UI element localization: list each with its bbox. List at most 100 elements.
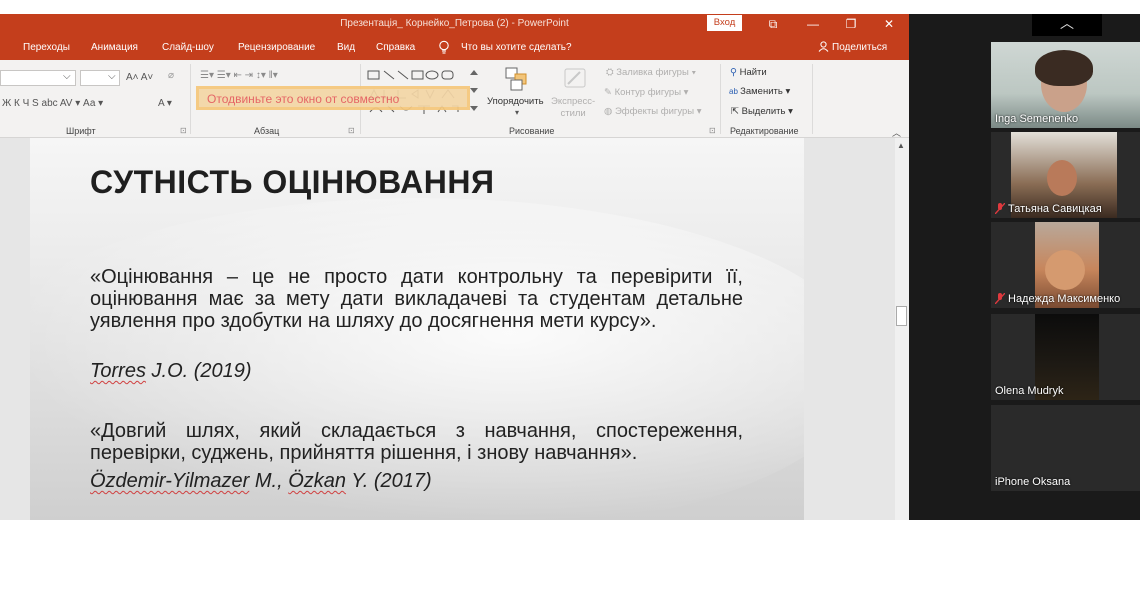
group-label-paragraph: Абзац bbox=[254, 126, 280, 136]
group-label-editing: Редактирование bbox=[730, 126, 799, 136]
shape-effects-button[interactable]: ◍ Эффекты фигуры ▾ bbox=[604, 106, 702, 117]
tab-review[interactable]: Рецензирование bbox=[238, 42, 315, 53]
bottom-blank-area bbox=[0, 520, 1140, 600]
top-strip bbox=[0, 0, 1140, 14]
login-button[interactable]: Вход bbox=[707, 15, 742, 31]
citation-1-rest: J.O. (2019) bbox=[145, 360, 252, 382]
collapse-panel-button[interactable]: ︿ bbox=[1032, 14, 1102, 36]
title-bar: Презентація_ Корнейко_Петрова (2) - Powe… bbox=[0, 14, 909, 36]
share-label: Поделиться bbox=[832, 42, 888, 53]
share-button[interactable]: Поделиться bbox=[818, 41, 887, 53]
pencil-icon: ✎ bbox=[604, 87, 615, 98]
find-button[interactable]: ⚲ Найти bbox=[730, 67, 767, 78]
dialog-launcher-icon[interactable]: ⊡ bbox=[180, 126, 187, 135]
lightbulb-icon bbox=[439, 40, 449, 54]
scrollbar-thumb[interactable] bbox=[896, 306, 907, 326]
ribbon-tabs: Переходы Анимация Слайд-шоу Рецензирован… bbox=[0, 36, 909, 60]
minimize-icon[interactable]: — bbox=[794, 14, 832, 36]
participant-tile[interactable]: Татьяна Савицкая bbox=[991, 132, 1140, 218]
arrange-button[interactable]: Упорядочить bbox=[487, 96, 544, 107]
citation-2[interactable]: Özdemir-Yilmazer M., Özkan Y. (2017) bbox=[90, 470, 432, 493]
muted-mic-icon bbox=[995, 203, 1005, 214]
select-button[interactable]: ⇱ Выделить ▾ bbox=[731, 106, 793, 117]
slide[interactable]: СУТНІСТЬ ОЦІНЮВАННЯ «Оцінювання – це не … bbox=[30, 138, 804, 520]
font-color-icon[interactable]: A ▾ bbox=[158, 98, 172, 109]
citation-2-part-b: M., bbox=[249, 470, 289, 492]
tab-slideshow[interactable]: Слайд-шоу bbox=[162, 42, 214, 53]
tell-me-search[interactable]: Что вы хотите сделать? bbox=[461, 42, 572, 53]
participant-face bbox=[1045, 250, 1085, 290]
citation-2-part-d: Y. (2017) bbox=[346, 470, 432, 492]
participant-name: Olena Mudryk bbox=[995, 385, 1063, 397]
effects-icon: ◍ bbox=[604, 106, 615, 117]
tab-view[interactable]: Вид bbox=[337, 42, 355, 53]
replace-icon: ab bbox=[729, 87, 741, 96]
participant-name: iPhone Oksana bbox=[995, 476, 1070, 488]
dialog-launcher-icon[interactable]: ⊡ bbox=[709, 126, 716, 135]
tab-animation[interactable]: Анимация bbox=[91, 42, 138, 53]
participant-name-text: Inga Semenenko bbox=[995, 113, 1079, 125]
participant-name-text: Надежда Максименко bbox=[1008, 293, 1121, 305]
chevron-down-icon: ⌵ bbox=[108, 71, 116, 82]
group-separator bbox=[720, 64, 721, 134]
person-icon bbox=[818, 41, 829, 52]
slide-editing-area: СУТНІСТЬ ОЦІНЮВАННЯ «Оцінювання – це не … bbox=[0, 138, 909, 520]
participant-tile[interactable]: Надежда Максименко bbox=[991, 222, 1140, 308]
quote-1[interactable]: «Оцінювання – це не просто дати контроль… bbox=[90, 266, 743, 332]
scroll-up-icon[interactable]: ▲ bbox=[897, 141, 905, 150]
quote-2[interactable]: «Довгий шлях, який складається з навчанн… bbox=[90, 420, 743, 464]
replace-label: Заменить bbox=[740, 86, 783, 97]
muted-mic-icon bbox=[995, 293, 1005, 304]
powerpoint-window: Презентація_ Корнейко_Петрова (2) - Powe… bbox=[0, 14, 909, 520]
dialog-launcher-icon[interactable]: ⊡ bbox=[348, 126, 355, 135]
shape-effects-label: Эффекты фигуры bbox=[614, 106, 695, 117]
participant-face bbox=[1047, 160, 1077, 196]
ribbon: ⌵ ⌵ A˄ A˅ ⌀ Ж К Ч S abc AV ▾ Аа ▾ A ▾ Шр… bbox=[0, 60, 909, 138]
tab-help[interactable]: Справка bbox=[376, 42, 415, 53]
shape-fill-label: Заливка фигуры bbox=[616, 67, 689, 78]
clear-format-icon[interactable]: ⌀ bbox=[168, 70, 174, 81]
participant-name-text: Татьяна Савицкая bbox=[1008, 203, 1102, 215]
screen-share-warning: Отодвиньте это окно от совместно bbox=[196, 86, 470, 110]
collapse-ribbon-icon[interactable]: ︿ bbox=[892, 126, 904, 138]
ribbon-display-icon[interactable]: ⧉ bbox=[754, 14, 792, 36]
group-label-drawing: Рисование bbox=[509, 126, 555, 136]
participant-tile[interactable]: Inga Semenenko bbox=[991, 42, 1140, 128]
find-label: Найти bbox=[739, 67, 767, 78]
magnifier-icon: ⚲ bbox=[730, 67, 740, 78]
participant-name: Надежда Максименко bbox=[995, 293, 1120, 305]
screen-share-warning-text: Отодвиньте это окно от совместно bbox=[207, 92, 400, 106]
list-buttons[interactable]: ☰▾ ☰▾ ⇤ ⇥ ↕▾ ‖▾ bbox=[200, 70, 278, 81]
citation-2-author-c: Özkan bbox=[288, 470, 346, 492]
participant-name-text: Olena Mudryk bbox=[995, 385, 1064, 397]
participant-name: Татьяна Савицкая bbox=[995, 203, 1102, 215]
screen: Презентація_ Корнейко_Петрова (2) - Powe… bbox=[0, 0, 1140, 600]
replace-button[interactable]: ab Заменить ▾ bbox=[729, 86, 790, 97]
close-icon[interactable]: ✕ bbox=[870, 14, 908, 36]
restore-icon[interactable]: ❐ bbox=[832, 14, 870, 36]
shape-fill-button[interactable]: ⛭ Заливка фигуры ▾ bbox=[606, 67, 696, 78]
participant-tile[interactable]: Olena Mudryk bbox=[991, 314, 1140, 400]
quick-styles-icon bbox=[564, 68, 586, 88]
font-format-buttons[interactable]: Ж К Ч S abc AV ▾ Аа ▾ bbox=[2, 98, 103, 109]
font-size-buttons[interactable]: A˄ A˅ bbox=[126, 72, 153, 83]
group-label-font: Шрифт bbox=[66, 126, 96, 136]
participant-tile[interactable]: iPhone Oksana bbox=[991, 405, 1140, 491]
chevron-down-icon: ▾ bbox=[515, 108, 520, 117]
paint-bucket-icon: ⛭ bbox=[606, 67, 617, 78]
arrange-icon bbox=[505, 67, 527, 91]
select-label: Выделить bbox=[741, 106, 786, 117]
citation-1-author: Torres bbox=[90, 360, 146, 382]
slide-title[interactable]: СУТНІСТЬ ОЦІНЮВАННЯ bbox=[90, 164, 495, 201]
participant-name: Inga Semenenko bbox=[995, 113, 1078, 125]
citation-2-author-a: Özdemir-Yilmazer bbox=[90, 470, 250, 492]
shape-outline-label: Контур фигуры bbox=[614, 87, 682, 98]
group-separator bbox=[812, 64, 813, 134]
group-separator bbox=[190, 64, 191, 134]
quick-styles-button[interactable]: Экспресс- стили bbox=[551, 96, 595, 120]
vertical-scrollbar[interactable]: ▲ bbox=[895, 138, 909, 520]
citation-1[interactable]: Torres J.O. (2019) bbox=[90, 360, 252, 383]
tab-transitions[interactable]: Переходы bbox=[23, 42, 70, 53]
participant-hair bbox=[1035, 50, 1093, 86]
shape-outline-button[interactable]: ✎ Контур фигуры ▾ bbox=[604, 87, 688, 98]
